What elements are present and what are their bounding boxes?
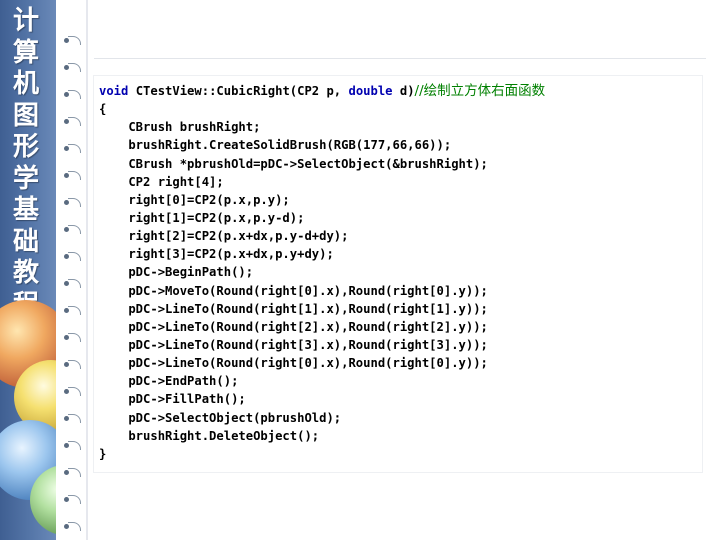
code-line: pDC->BeginPath(); — [99, 263, 545, 281]
code-line: pDC->FillPath(); — [99, 390, 545, 408]
sidebar-title-char: 础 — [12, 226, 39, 257]
code-text: pDC->LineTo(Round(right[2].x),Round(righ… — [99, 319, 488, 334]
code-text: right[1]=CP2(p.x,p.y-d); — [99, 210, 305, 225]
code-text: pDC->BeginPath(); — [99, 265, 254, 280]
binder-rings — [64, 0, 94, 540]
code-text: right[0]=CP2(p.x,p.y); — [99, 192, 290, 207]
code-line: pDC->LineTo(Round(right[1].x),Round(righ… — [99, 300, 545, 318]
code-line: pDC->MoveTo(Round(right[0].x),Round(righ… — [99, 282, 545, 300]
code-line: pDC->LineTo(Round(right[3].x),Round(righ… — [99, 336, 545, 354]
code-text: pDC->SelectObject(pbrushOld); — [99, 410, 342, 425]
top-divider — [94, 58, 706, 59]
binder-ring — [64, 171, 81, 180]
code-line: right[0]=CP2(p.x,p.y); — [99, 191, 545, 209]
sidebar-title-char: 算 — [12, 37, 39, 68]
code-line: right[2]=CP2(p.x+dx,p.y-d+dy); — [99, 227, 545, 245]
code-text: pDC->LineTo(Round(right[0].x),Round(righ… — [99, 356, 488, 371]
sidebar-title-char: 计 — [12, 6, 39, 36]
code-line: brushRight.DeleteObject(); — [99, 427, 545, 445]
code-line: right[3]=CP2(p.x+dx,p.y+dy); — [99, 245, 545, 263]
code-text: right[2]=CP2(p.x+dx,p.y-d+dy); — [99, 229, 349, 244]
code-keyword: void — [99, 84, 129, 98]
code-text: pDC->LineTo(Round(right[1].x),Round(righ… — [99, 301, 488, 316]
binder-ring — [64, 441, 81, 450]
sidebar-title-char: 教 — [12, 258, 39, 288]
code-line: } — [99, 445, 545, 463]
code-text: brushRight.CreateSolidBrush(RGB(177,66,6… — [99, 138, 452, 153]
binder-ring — [64, 414, 81, 423]
binder-ring — [64, 522, 81, 531]
code-text: d) — [392, 84, 415, 98]
sidebar-title-char: 学 — [12, 163, 39, 194]
left-decorative-sidebar: 计算机图形学基础教程 — [0, 0, 56, 540]
code-listing: void CTestView::CubicRight(CP2 p, double… — [99, 82, 545, 463]
binder-ring — [64, 36, 81, 45]
code-line: pDC->LineTo(Round(right[0].x),Round(righ… — [99, 354, 545, 372]
binder-ring — [64, 333, 81, 342]
code-text: } — [99, 446, 107, 461]
binder-ring — [64, 252, 81, 261]
code-line: brushRight.CreateSolidBrush(RGB(177,66,6… — [99, 136, 545, 154]
code-text: { — [99, 102, 107, 117]
sidebar-title-char: 图 — [12, 100, 39, 131]
binder-ring — [64, 468, 81, 477]
code-line: pDC->SelectObject(pbrushOld); — [99, 409, 545, 427]
code-text: right[3]=CP2(p.x+dx,p.y+dy); — [99, 247, 334, 262]
binder-ring — [64, 279, 81, 288]
sidebar-title-char: 机 — [12, 69, 39, 99]
binder-ring — [64, 495, 81, 504]
binder-ring — [64, 63, 81, 72]
code-line: pDC->LineTo(Round(right[2].x),Round(righ… — [99, 318, 545, 336]
binder-ring — [64, 90, 81, 99]
code-text: pDC->LineTo(Round(right[3].x),Round(righ… — [99, 337, 488, 352]
code-text: pDC->EndPath(); — [99, 374, 239, 389]
code-text: pDC->MoveTo(Round(right[0].x),Round(righ… — [99, 283, 488, 298]
binder-ring — [64, 198, 81, 207]
binder-ring — [64, 144, 81, 153]
code-text: pDC->FillPath(); — [99, 392, 246, 407]
code-comment: //绘制立方体右面函数 — [414, 83, 546, 99]
code-line: void CTestView::CubicRight(CP2 p, double… — [99, 82, 545, 100]
code-text: brushRight.DeleteObject(); — [99, 428, 320, 443]
code-text: CBrush brushRight; — [99, 120, 261, 135]
code-text: CBrush *pbrushOld=pDC->SelectObject(&bru… — [99, 156, 488, 171]
code-line: CP2 right[4]; — [99, 173, 545, 191]
binder-ring — [64, 387, 81, 396]
code-keyword: double — [348, 84, 393, 98]
code-line: right[1]=CP2(p.x,p.y-d); — [99, 209, 545, 227]
code-line: { — [99, 100, 545, 118]
code-line: pDC->EndPath(); — [99, 372, 545, 390]
binder-ring — [64, 360, 81, 369]
binder-ring — [64, 225, 81, 234]
code-line: CBrush brushRight; — [99, 118, 545, 136]
sidebar-title-char: 形 — [12, 132, 39, 162]
binder-ring — [64, 306, 81, 315]
code-text: CTestView::CubicRight(CP2 p, — [128, 84, 349, 98]
sidebar-title-char: 基 — [12, 195, 39, 225]
code-panel: void CTestView::CubicRight(CP2 p, double… — [94, 76, 702, 472]
vertical-course-title: 计算机图形学基础教程 — [6, 6, 46, 321]
binder-ring — [64, 117, 81, 126]
code-text: CP2 right[4]; — [99, 174, 224, 189]
code-line: CBrush *pbrushOld=pDC->SelectObject(&bru… — [99, 155, 545, 173]
decorative-spheres-image — [0, 290, 56, 540]
